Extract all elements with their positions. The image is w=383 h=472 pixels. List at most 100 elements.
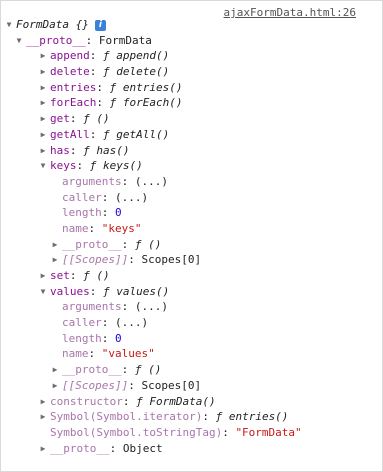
tree-row-get[interactable]: ▶ get: ƒ () [0,111,383,127]
property-key: append [50,49,90,63]
property-key: forEach [50,96,97,110]
property-value: values() [116,284,170,298]
property-value: FormData [98,33,152,47]
root-label: FormData {} [16,18,89,31]
function-icon: ƒ [109,80,117,94]
property-key: name [62,347,89,361]
property-key: __proto__ [50,441,110,455]
property-key: __proto__ [26,33,86,47]
function-icon: ƒ [83,112,90,126]
property-value: getAll() [116,127,170,141]
property-key: caller [62,316,102,330]
property-value: () [148,363,162,377]
property-key: constructor [50,394,123,408]
property-value[interactable]: (...) [115,191,148,204]
collapse-arrow-icon[interactable]: ▶ [38,111,48,127]
tree-row-values-name: name: "values" [62,347,155,361]
property-key: entries [50,80,97,94]
function-icon: ƒ [103,65,110,79]
property-value: has() [96,143,130,157]
property-key: get [50,112,70,126]
collapse-arrow-icon[interactable]: ▶ [38,268,48,284]
property-key: length [62,331,102,345]
property-key: has [50,143,70,157]
tree-row-constructor[interactable]: ▶ constructor: ƒ FormData() [0,394,383,410]
tree-row-values[interactable]: ▼ values: ƒ values() [0,284,383,300]
tree-row-has[interactable]: ▶ has: ƒ has() [0,143,383,159]
tree-row-entries[interactable]: ▶ entries: ƒ entries() [0,80,383,96]
property-key: name [62,221,89,235]
tree-row-proto-object[interactable]: ▶ __proto__: Object [0,441,383,457]
property-value: 0 [115,206,122,220]
function-icon: ƒ [136,394,143,408]
property-key: caller [62,190,102,204]
property-key: __proto__ [62,237,122,251]
property-value: Scopes[0] [141,378,202,392]
tree-row-values-arguments[interactable]: arguments: (...) [0,299,383,315]
collapse-arrow-icon[interactable]: ▶ [38,95,48,111]
collapse-arrow-icon[interactable]: ▶ [50,237,60,253]
property-value: entries() [122,80,183,94]
tree-row-getall[interactable]: ▶ getAll: ƒ getAll() [0,127,383,143]
tree-row-values-scopes[interactable]: ▶ [[Scopes]]: Scopes[0] [0,378,383,394]
tree-row-set[interactable]: ▶ set: ƒ () [0,268,383,284]
collapse-arrow-icon[interactable]: ▶ [38,80,48,96]
expand-arrow-icon[interactable]: ▼ [4,17,14,33]
collapse-arrow-icon[interactable]: ▶ [38,64,48,80]
property-value: "keys" [101,221,142,235]
expand-arrow-icon[interactable]: ▼ [14,33,24,49]
property-value[interactable]: (...) [135,300,168,313]
property-key: Symbol(Symbol.toStringTag) [50,425,223,439]
function-icon: ƒ [83,269,90,282]
expand-arrow-icon[interactable]: ▼ [38,158,48,174]
property-value: () [96,112,110,126]
property-value[interactable]: (...) [135,175,168,188]
tree-row-symbol-iterator[interactable]: ▶ Symbol(Symbol.iterator): ƒ entries() [0,409,383,425]
tree-row-keys-arguments[interactable]: arguments: (...) [0,174,383,190]
function-icon: ƒ [103,49,110,63]
function-icon: ƒ [103,127,110,141]
expand-arrow-icon[interactable]: ▼ [38,284,48,300]
collapse-arrow-icon[interactable]: ▶ [38,127,48,143]
function-icon: ƒ [109,96,117,110]
function-icon: ƒ [215,410,223,424]
property-value: keys() [103,159,143,173]
collapse-arrow-icon[interactable]: ▶ [38,409,48,425]
property-value: "values" [101,347,155,361]
property-key: __proto__ [62,363,122,377]
collapse-arrow-icon[interactable]: ▶ [38,143,48,159]
collapse-arrow-icon[interactable]: ▶ [50,362,60,378]
property-value: Scopes[0] [141,253,202,267]
tree-row-proto[interactable]: ▼ __proto__: FormData [0,33,383,49]
tree-row-foreach[interactable]: ▶ forEach: ƒ forEach() [0,95,383,111]
property-value[interactable]: (...) [115,316,148,329]
property-key: getAll [50,127,90,141]
function-icon: ƒ [103,284,110,298]
function-icon: ƒ [83,143,90,157]
tree-row-append[interactable]: ▶ append: ƒ append() [0,48,383,64]
collapse-arrow-icon[interactable]: ▶ [38,441,48,457]
collapse-arrow-icon[interactable]: ▶ [38,48,48,64]
tree-row-delete[interactable]: ▶ delete: ƒ delete() [0,64,383,80]
tree-row-symbol-tostringtag: Symbol(Symbol.toStringTag): "FormData" [50,425,302,439]
tree-row-values-caller[interactable]: caller: (...) [0,315,383,331]
property-value: 0 [115,331,122,345]
property-key: length [62,206,102,220]
function-icon: ƒ [89,159,97,173]
tree-row-values-proto[interactable]: ▶ __proto__: ƒ () [0,362,383,378]
collapse-arrow-icon[interactable]: ▶ [50,252,60,268]
tree-row-keys-name: name: "keys" [62,221,142,235]
property-value: () [148,237,162,251]
tree-row-keys-proto[interactable]: ▶ __proto__: ƒ () [0,237,383,253]
info-icon[interactable]: i [94,19,106,31]
tree-row-values-length: length: 0 [62,331,122,345]
property-key: [[Scopes]] [62,253,129,267]
tree-row-keys-length: length: 0 [62,206,122,220]
property-value: forEach() [122,96,183,110]
tree-row-keys-caller[interactable]: caller: (...) [0,190,383,206]
collapse-arrow-icon[interactable]: ▶ [38,394,48,410]
tree-row-keys[interactable]: ▼ keys: ƒ keys() [0,158,383,174]
tree-row-root[interactable]: ▼ FormData {} i [0,17,383,33]
collapse-arrow-icon[interactable]: ▶ [50,378,60,394]
tree-row-keys-scopes[interactable]: ▶ [[Scopes]]: Scopes[0] [0,252,383,268]
